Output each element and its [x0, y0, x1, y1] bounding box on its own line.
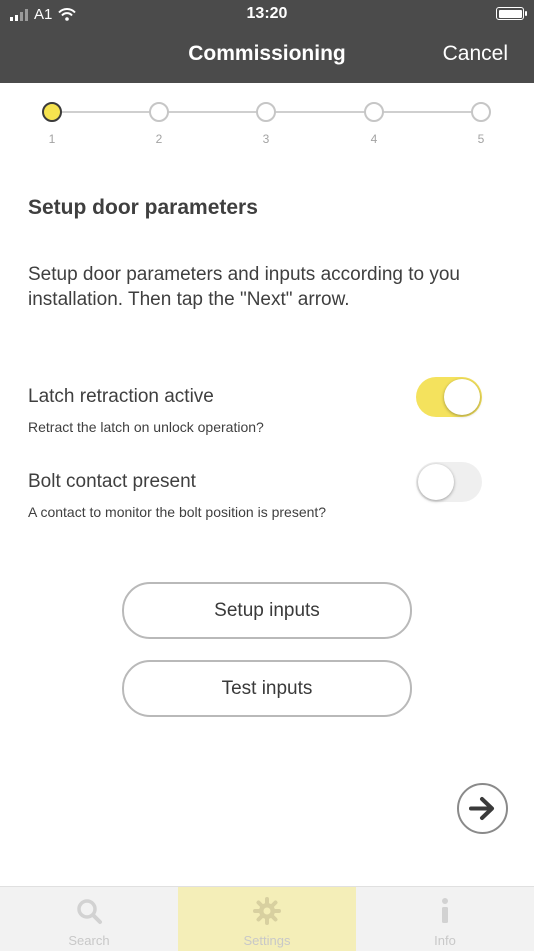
toggle-knob [418, 464, 454, 500]
test-inputs-button[interactable]: Test inputs [122, 660, 412, 717]
status-bar: A1 13:20 [0, 0, 534, 28]
step-1: 1 [42, 102, 62, 146]
navigation-bar: A1 13:20 Commissioning Cancel [0, 0, 534, 83]
step-number: 4 [370, 132, 378, 146]
latch-retraction-label: Latch retraction active [28, 386, 214, 407]
arrow-right-icon [469, 797, 494, 820]
latch-retraction-description: Retract the latch on unlock operation? [28, 419, 264, 435]
tab-settings[interactable]: Settings [178, 887, 356, 951]
battery-icon [496, 7, 527, 20]
progress-stepper: 1 2 3 4 5 [42, 102, 491, 146]
gear-icon [253, 897, 281, 925]
search-icon [77, 899, 102, 924]
step-dot [149, 102, 169, 122]
info-icon [442, 898, 448, 923]
step-3: 3 [256, 102, 276, 146]
tab-info[interactable]: Info [356, 887, 534, 951]
tab-label: Settings [243, 933, 291, 948]
step-4: 4 [364, 102, 384, 146]
step-number: 5 [477, 132, 485, 146]
step-dot [364, 102, 384, 122]
step-dot [256, 102, 276, 122]
tab-label: Search [68, 933, 110, 948]
step-5: 5 [471, 102, 491, 146]
next-button[interactable] [457, 783, 508, 834]
latch-retraction-toggle[interactable] [416, 377, 482, 417]
tab-bar: Search Settings Info [0, 886, 534, 951]
step-dot [42, 102, 62, 122]
step-2: 2 [149, 102, 169, 146]
tab-label: Info [434, 933, 456, 948]
tab-search[interactable]: Search [0, 887, 178, 951]
cancel-button[interactable]: Cancel [443, 42, 508, 66]
clock: 13:20 [246, 5, 288, 22]
step-number: 2 [155, 132, 163, 146]
bolt-contact-description: A contact to monitor the bolt position i… [28, 504, 327, 520]
toggle-knob [444, 379, 480, 415]
step-number: 1 [48, 132, 56, 146]
page-description: Setup door parameters and inputs accordi… [28, 264, 460, 310]
page-title: Setup door parameters [28, 196, 258, 219]
setup-inputs-button[interactable]: Setup inputs [122, 582, 412, 639]
step-number: 3 [262, 132, 270, 146]
bolt-contact-label: Bolt contact present [28, 471, 196, 492]
bolt-contact-toggle[interactable] [416, 462, 482, 502]
step-dot [471, 102, 491, 122]
